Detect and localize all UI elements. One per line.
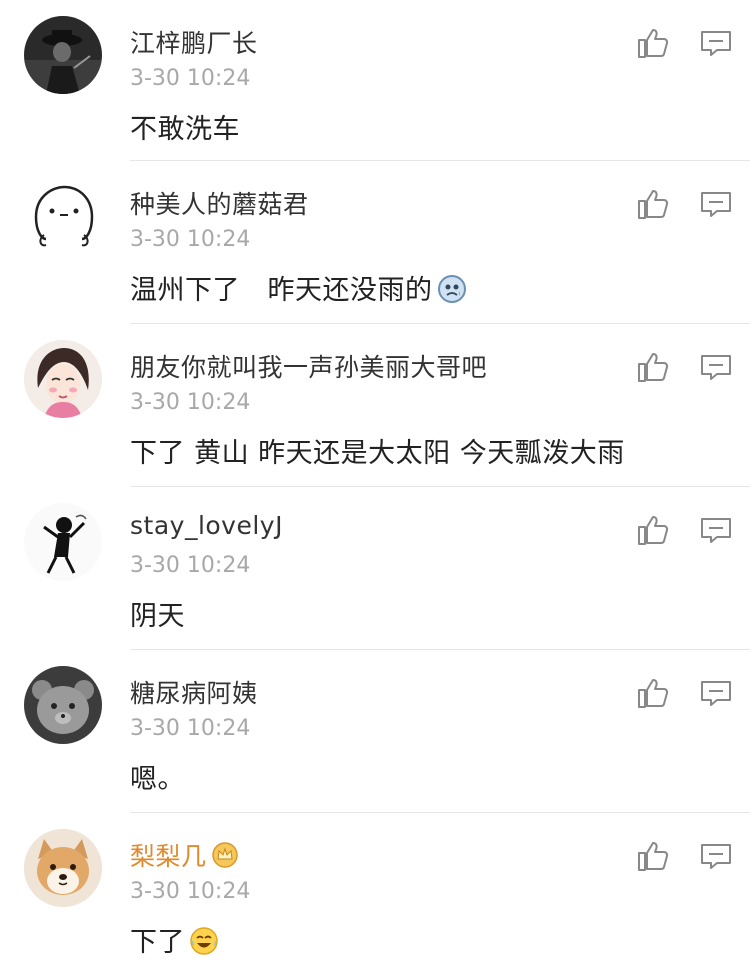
reply-button[interactable] (700, 680, 732, 708)
reply-button[interactable] (700, 517, 732, 545)
comment-bubble-icon (701, 518, 731, 543)
avatar[interactable] (24, 177, 102, 255)
like-button[interactable] (636, 187, 670, 221)
comment-text-content: 温州下了 昨天还没雨的 (130, 275, 433, 306)
comment-text: 下了 (130, 920, 219, 959)
comment-text: 温州下了 昨天还没雨的 (130, 268, 467, 307)
thumbs-up-icon (638, 516, 669, 545)
thumbs-up-icon (638, 29, 669, 58)
sketch-figure-avatar (24, 503, 102, 581)
reply-button[interactable] (700, 354, 732, 382)
comment-bubble-icon (701, 681, 731, 706)
comment-bubble-icon (701, 192, 731, 217)
cartoon-girl-avatar (24, 340, 102, 418)
comment-bubble-icon (701, 31, 731, 56)
crown-badge-icon (211, 842, 239, 868)
comment-item: 梨梨几 3-30 10:24 下了 (0, 813, 750, 966)
comment-text-content: 下了 (130, 927, 185, 958)
timestamp: 3-30 10:24 (130, 716, 251, 741)
comment-bubble-icon (701, 844, 731, 869)
like-button[interactable] (636, 26, 670, 60)
thumbs-up-icon (638, 842, 669, 871)
comment-text: 下了 黄山 昨天还是大太阳 今天瓢泼大雨 (130, 438, 625, 469)
timestamp: 3-30 10:24 (130, 227, 251, 252)
laugh-cry-emoji (189, 926, 219, 956)
comment-text: 不敢洗车 (130, 114, 240, 145)
timestamp: 3-30 10:24 (130, 66, 251, 91)
gray-bear-avatar (24, 666, 102, 744)
like-button[interactable] (636, 350, 670, 384)
like-button[interactable] (636, 676, 670, 710)
username[interactable]: 种美人的蘑菇君 (130, 185, 309, 221)
reply-button[interactable] (700, 30, 732, 58)
username[interactable]: 江梓鹏厂长 (130, 24, 258, 60)
like-button[interactable] (636, 513, 670, 547)
username[interactable]: 糖尿病阿姨 (130, 674, 258, 710)
shiba-dog-avatar (24, 829, 102, 907)
comment-item: 糖尿病阿姨 3-30 10:24 嗯。 (0, 650, 750, 813)
like-button[interactable] (636, 839, 670, 873)
reply-button[interactable] (700, 191, 732, 219)
username[interactable]: stay_lovelyJ (130, 511, 283, 540)
timestamp: 3-30 10:24 (130, 879, 251, 904)
comment-item: 朋友你就叫我一声孙美丽大哥吧 3-30 10:24 下了 黄山 昨天还是大太阳 … (0, 324, 750, 487)
thumbs-up-icon (638, 190, 669, 219)
username[interactable]: 朋友你就叫我一声孙美丽大哥吧 (130, 348, 487, 384)
username[interactable]: 梨梨几 (130, 837, 239, 873)
comment-bubble-icon (701, 355, 731, 380)
thumbs-up-icon (638, 353, 669, 382)
avatar[interactable] (24, 829, 102, 907)
avatar[interactable] (24, 666, 102, 744)
username-text: 梨梨几 (130, 842, 207, 871)
comment-text: 嗯。 (130, 764, 185, 795)
thumbs-up-icon (638, 679, 669, 708)
avatar[interactable] (24, 340, 102, 418)
comment-text: 阴天 (130, 601, 185, 632)
avatar[interactable] (24, 16, 102, 94)
reply-button[interactable] (700, 843, 732, 871)
avatar[interactable] (24, 503, 102, 581)
man-with-hat-avatar (24, 16, 102, 94)
comment-list: 江梓鹏厂长 3-30 10:24 不敢洗车 种美人的蘑菇君 3-30 10:24… (0, 0, 750, 966)
timestamp: 3-30 10:24 (130, 390, 251, 415)
timestamp: 3-30 10:24 (130, 553, 251, 578)
sad-cloud-emoji (437, 274, 467, 304)
comment-item: 种美人的蘑菇君 3-30 10:24 温州下了 昨天还没雨的 (0, 161, 750, 324)
comment-item: stay_lovelyJ 3-30 10:24 阴天 (0, 487, 750, 650)
comment-item: 江梓鹏厂长 3-30 10:24 不敢洗车 (0, 0, 750, 161)
doodle-face-avatar (24, 177, 102, 255)
